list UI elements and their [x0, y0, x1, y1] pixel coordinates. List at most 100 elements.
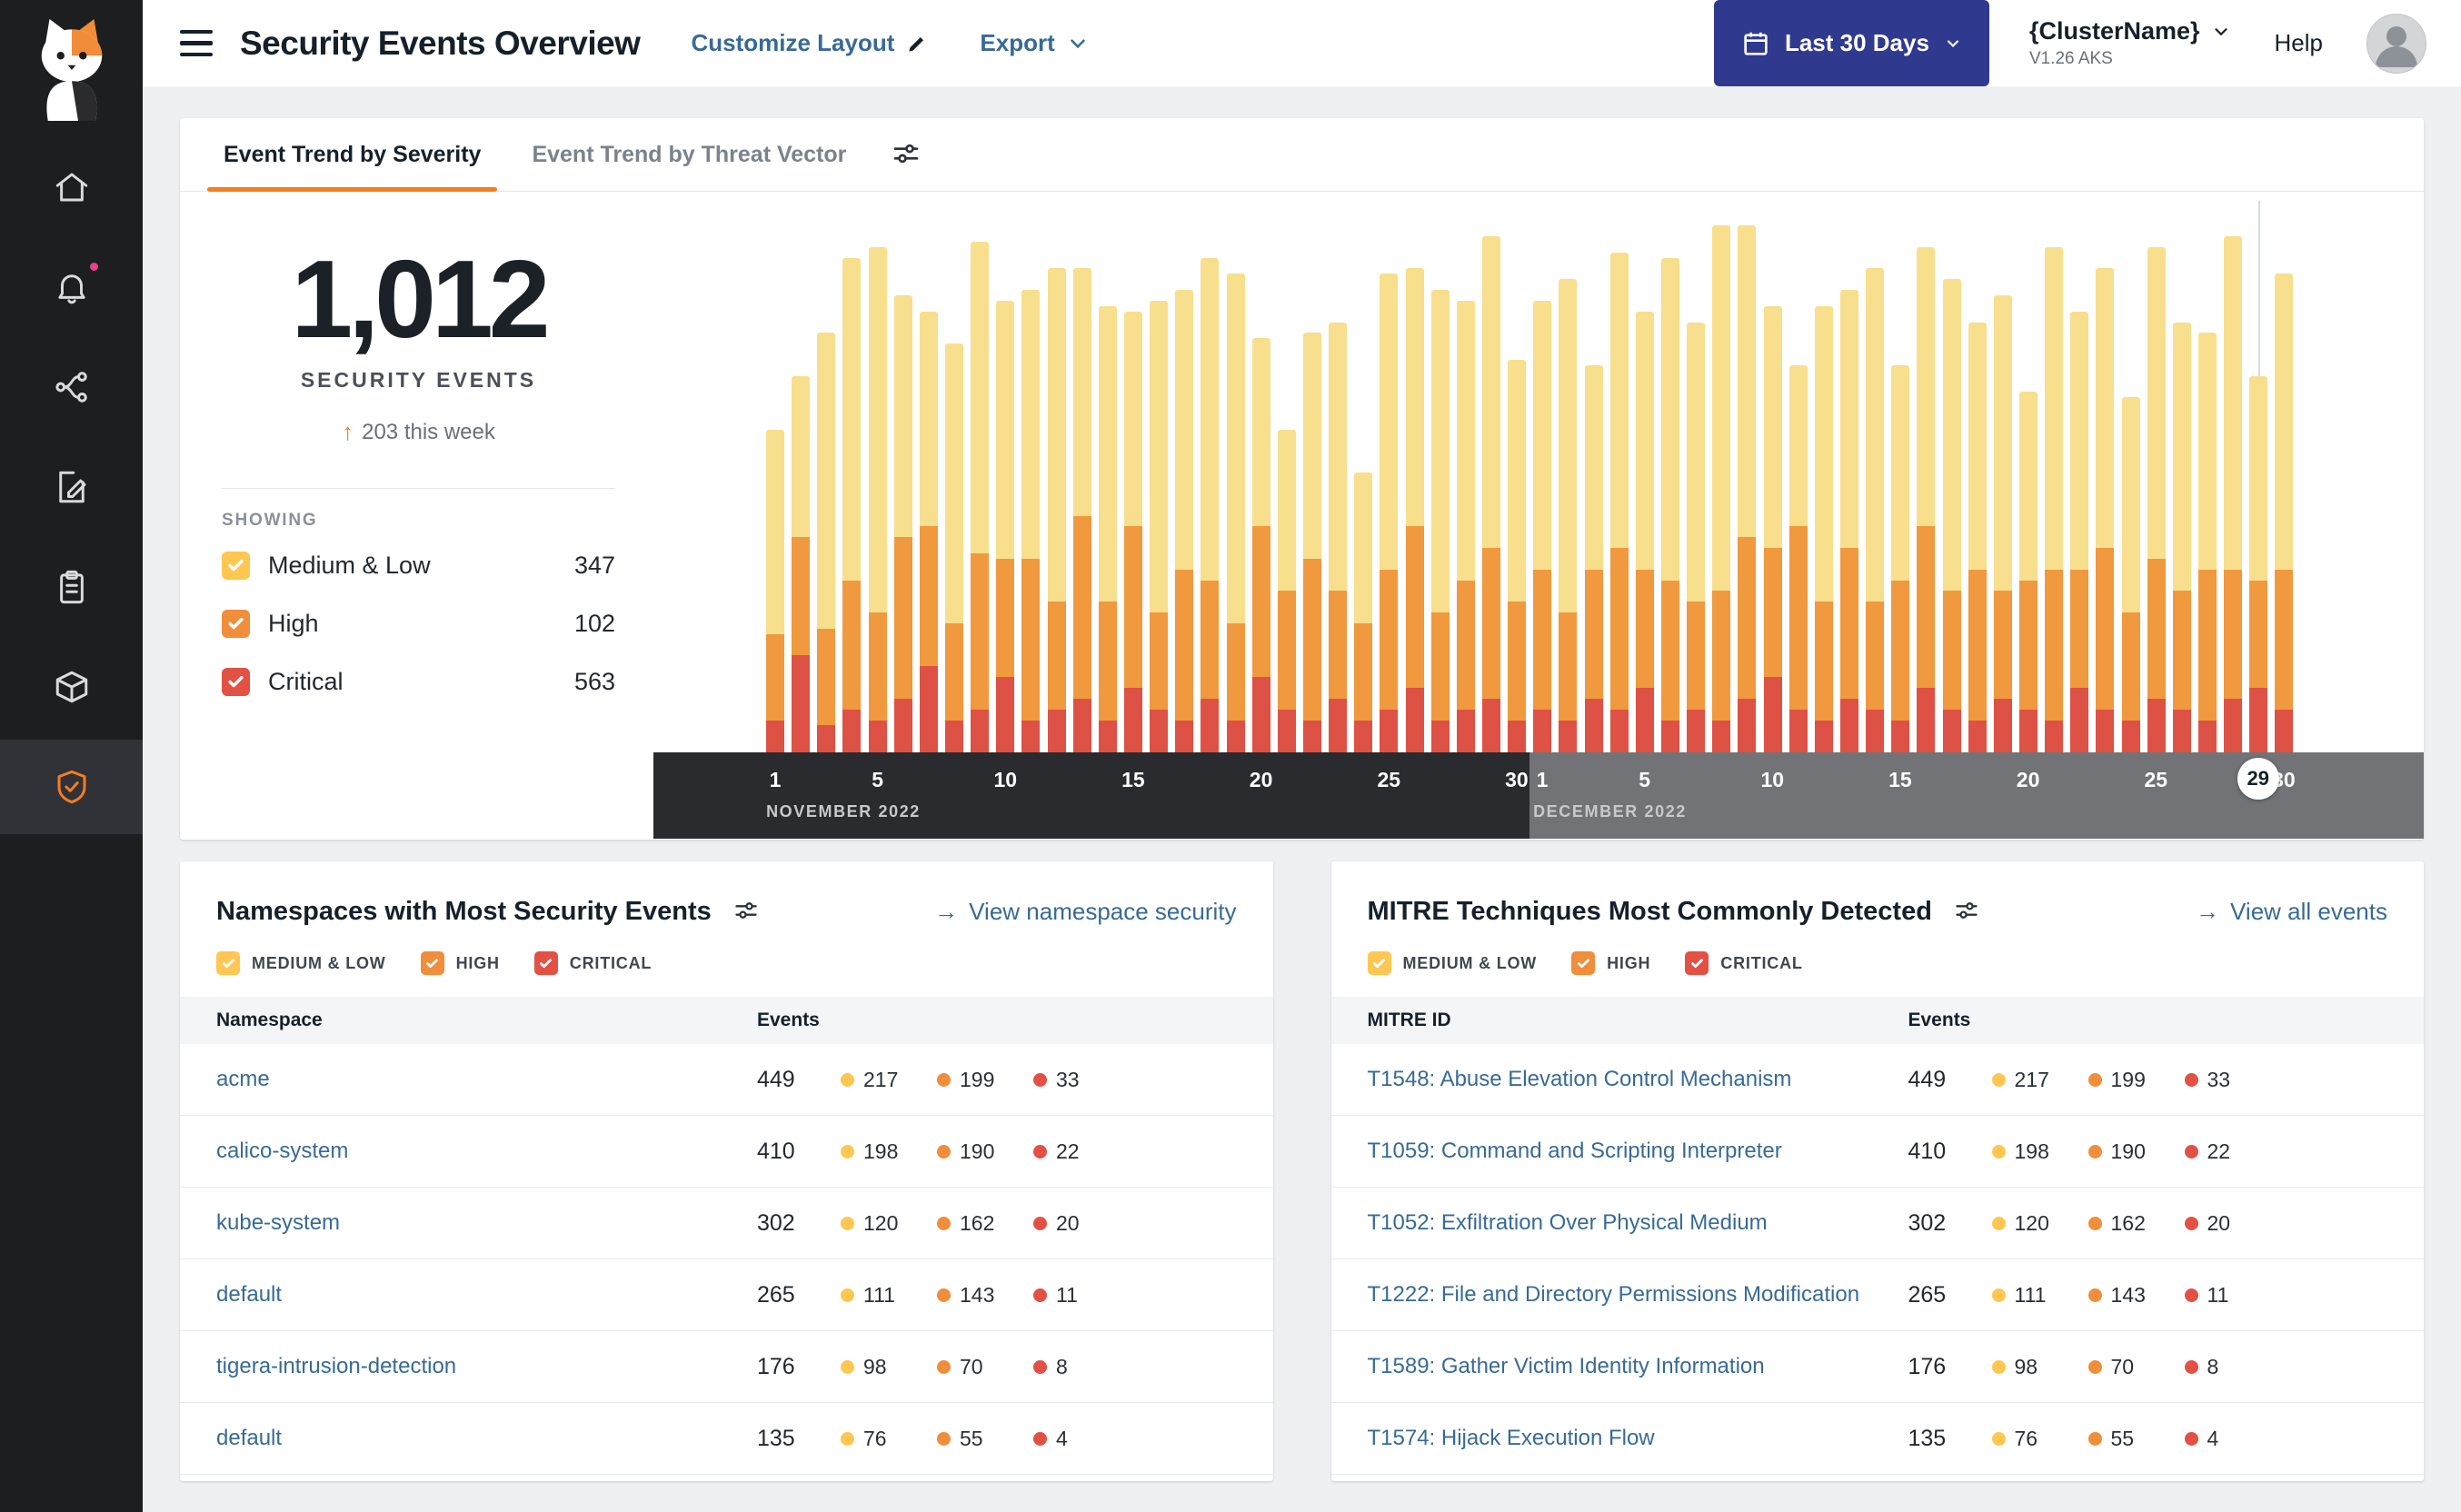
- severity-checkbox[interactable]: [222, 667, 250, 696]
- chart-bar[interactable]: [2067, 311, 2092, 752]
- chart-bar[interactable]: [788, 375, 813, 752]
- namespace-link[interactable]: calico-system: [216, 1139, 757, 1164]
- chart-bar[interactable]: [1913, 246, 1938, 752]
- chart-bar[interactable]: [1786, 364, 1811, 752]
- sidebar-item-apps[interactable]: [0, 640, 143, 734]
- chart-bar[interactable]: [1837, 290, 1862, 752]
- chart-bar[interactable]: [1300, 333, 1325, 752]
- mitre-link[interactable]: T1589: Gather Victim Identity Informatio…: [1368, 1354, 1908, 1379]
- mitre-link[interactable]: T1059: Command and Scripting Interpreter: [1368, 1139, 1908, 1164]
- chart-bar[interactable]: [2220, 235, 2246, 752]
- namespace-link[interactable]: acme: [216, 1067, 757, 1092]
- tab-event-trend-by-threat-vector[interactable]: Event Trend by Threat Vector: [506, 118, 872, 191]
- customize-layout-link[interactable]: Customize Layout: [691, 29, 929, 57]
- calico-logo[interactable]: [21, 13, 123, 121]
- chart-bar[interactable]: [1197, 257, 1222, 752]
- chart-bar[interactable]: [1811, 305, 1837, 752]
- chart-bar[interactable]: [1990, 294, 2016, 752]
- mitre-link[interactable]: T1052: Exfiltration Over Physical Medium: [1368, 1210, 1908, 1236]
- namespace-link[interactable]: kube-system: [216, 1210, 757, 1236]
- chart-bar[interactable]: [1402, 268, 1428, 752]
- chart-bar[interactable]: [942, 343, 967, 752]
- chart-bar[interactable]: [1223, 274, 1249, 752]
- chart-bar[interactable]: [916, 311, 942, 752]
- mitre-link[interactable]: T1222: File and Directory Permissions Mo…: [1368, 1282, 1908, 1308]
- chart-bar[interactable]: [1249, 338, 1274, 752]
- chart-bar[interactable]: [1274, 429, 1300, 752]
- view-namespace-security-link[interactable]: → View namespace security: [934, 898, 1236, 926]
- chart-bar[interactable]: [1683, 322, 1709, 752]
- view-all-events-link[interactable]: → View all events: [2196, 898, 2387, 926]
- menu-icon[interactable]: [180, 29, 213, 57]
- chart-bar[interactable]: [1453, 300, 1479, 752]
- namespace-link[interactable]: default: [216, 1282, 757, 1308]
- tab-event-trend-by-severity[interactable]: Event Trend by Severity: [198, 118, 506, 192]
- chart-bar[interactable]: [839, 257, 864, 752]
- filter-settings-icon[interactable]: [1947, 890, 1987, 933]
- sidebar-item-policies[interactable]: [0, 440, 143, 534]
- chart-bar[interactable]: [2246, 375, 2271, 752]
- severity-checkbox[interactable]: [222, 551, 250, 580]
- chart-bar[interactable]: [1095, 305, 1121, 752]
- chart-bar[interactable]: [992, 300, 1018, 752]
- severity-checkbox[interactable]: [222, 609, 250, 638]
- sidebar-item-security-events[interactable]: [0, 740, 143, 834]
- chart-bar[interactable]: [1607, 252, 1632, 752]
- sidebar-item-alerts[interactable]: [0, 240, 143, 334]
- chart-bar[interactable]: [1581, 364, 1607, 752]
- help-link[interactable]: Help: [2275, 29, 2323, 57]
- chart-bar[interactable]: [1121, 311, 1146, 752]
- chart-bar[interactable]: [1965, 322, 1990, 752]
- chart-bar[interactable]: [1759, 305, 1785, 752]
- severity-checkbox[interactable]: [216, 951, 240, 975]
- chart-bar[interactable]: [2169, 322, 2195, 752]
- chart-bar[interactable]: [1888, 364, 1913, 752]
- sidebar-item-home[interactable]: [0, 140, 143, 234]
- namespace-link[interactable]: tigera-intrusion-detection: [216, 1354, 757, 1379]
- severity-checkbox[interactable]: [1685, 951, 1709, 975]
- mitre-link[interactable]: T1574: Hijack Execution Flow: [1368, 1426, 1908, 1451]
- chart-bar[interactable]: [762, 429, 788, 752]
- severity-checkbox[interactable]: [533, 951, 558, 975]
- chart-bar[interactable]: [1529, 300, 1555, 752]
- chart-bar[interactable]: [1018, 290, 1043, 752]
- sidebar-item-compliance[interactable]: [0, 540, 143, 634]
- chart-bar[interactable]: [1504, 359, 1529, 752]
- cluster-selector[interactable]: {ClusterName} V1.26 AKS: [2029, 17, 2231, 69]
- chart-bar[interactable]: [1146, 300, 1171, 752]
- chart-bar[interactable]: [865, 246, 891, 752]
- chart-bar[interactable]: [2041, 246, 2067, 752]
- chart-bar[interactable]: [1479, 235, 1504, 752]
- date-range-button[interactable]: Last 30 Days: [1713, 0, 1989, 86]
- chart-bar[interactable]: [1938, 279, 1964, 752]
- chart-bar[interactable]: [2271, 274, 2297, 752]
- chart-bar[interactable]: [967, 241, 992, 752]
- severity-checkbox[interactable]: [1367, 951, 1391, 975]
- chart-bar[interactable]: [1350, 472, 1376, 752]
- sidebar-item-service-graph[interactable]: [0, 340, 143, 434]
- chart-bar[interactable]: [1658, 257, 1683, 752]
- chart-bar[interactable]: [1862, 268, 1888, 752]
- chart-bar[interactable]: [2144, 246, 2169, 752]
- chart-bar[interactable]: [1555, 279, 1580, 752]
- chart-bar[interactable]: [1044, 268, 1070, 752]
- export-menu[interactable]: Export: [980, 29, 1089, 57]
- severity-checkbox[interactable]: [1571, 951, 1596, 975]
- chart-bar[interactable]: [813, 333, 839, 752]
- mitre-link[interactable]: T1548: Abuse Elevation Control Mechanism: [1368, 1067, 1908, 1092]
- chart-bar[interactable]: [1709, 225, 1734, 752]
- user-avatar[interactable]: [2366, 13, 2426, 74]
- chart-bar[interactable]: [2117, 397, 2143, 752]
- chart-bar[interactable]: [1376, 274, 1401, 752]
- chart-bar[interactable]: [1070, 268, 1095, 752]
- chart-bar[interactable]: [1171, 290, 1197, 752]
- filter-settings-icon[interactable]: [726, 890, 766, 933]
- chart-bar[interactable]: [2016, 392, 2041, 752]
- chart-bar[interactable]: [1428, 290, 1453, 752]
- chart-bar[interactable]: [2092, 268, 2117, 752]
- severity-checkbox[interactable]: [420, 951, 444, 975]
- chart-bar[interactable]: [1325, 322, 1350, 752]
- chart-bar[interactable]: [1632, 311, 1658, 752]
- chart-bar[interactable]: [891, 294, 916, 752]
- namespace-link[interactable]: default: [216, 1426, 757, 1451]
